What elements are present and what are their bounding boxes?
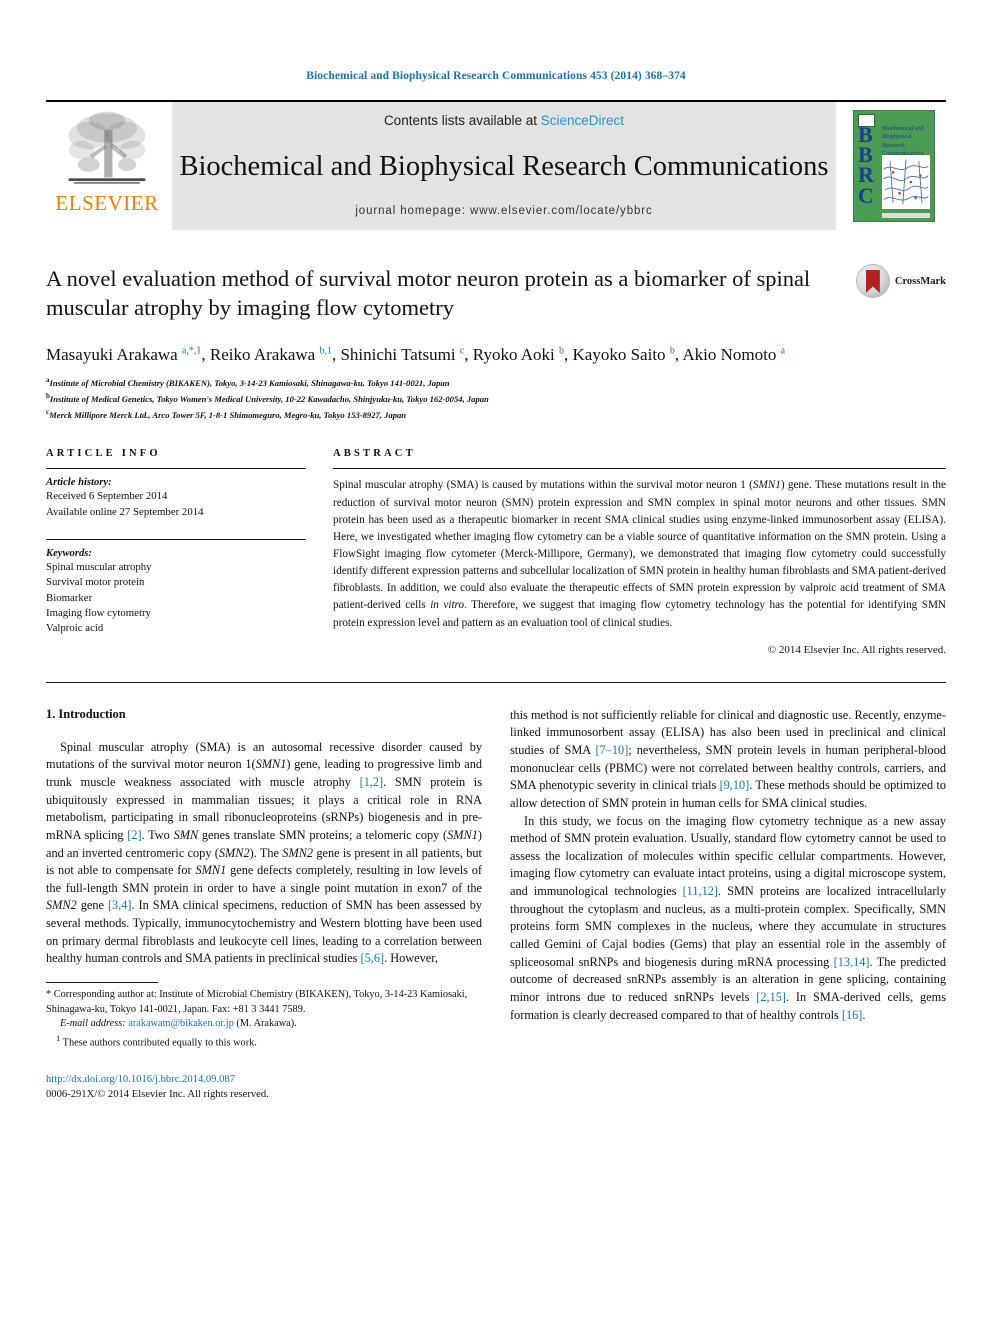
- issn-copyright-line: 0006-291X/© 2014 Elsevier Inc. All right…: [46, 1088, 269, 1100]
- article-info-rule: [46, 468, 306, 470]
- body-divider: [46, 681, 946, 683]
- cover-artwork: [882, 155, 930, 209]
- abstract-heading: ABSTRACT: [333, 448, 416, 460]
- affiliation-text-b: Institute of Medical Genetics, Tokyo Wom…: [49, 393, 489, 404]
- affiliation-list: aInstitute of Microbial Chemistry (BIKAK…: [46, 375, 946, 422]
- journal-banner: Contents lists available at ScienceDirec…: [172, 102, 836, 230]
- info-abstract-row: ARTICLE INFO Article history: Received 6…: [46, 448, 947, 656]
- title-block: A novel evaluation method of survival mo…: [46, 264, 946, 330]
- footnote-equal-contribution: 1 These authors contributed equally to t…: [56, 1032, 257, 1049]
- journal-homepage-line[interactable]: journal homepage: www.elsevier.com/locat…: [355, 205, 652, 217]
- cover-footer-bar: [882, 213, 930, 218]
- keyword-item: Spinal muscular atrophy: [46, 561, 152, 574]
- cover-image: BBRC Biochemical and Biophysical Research C…: [853, 110, 935, 222]
- affiliation-a: aInstitute of Microbial Chemistry (BIKAK…: [46, 375, 946, 391]
- affiliation-b: bInstitute of Medical Genetics, Tokyo Wo…: [46, 391, 946, 407]
- abstract-text: Spinal muscular atrophy (SMA) is caused …: [333, 479, 947, 629]
- body-paragraph: Spinal muscular atrophy (SMA) is an auto…: [46, 739, 483, 966]
- journal-title: Biochemical and Biophysical Research Com…: [179, 150, 829, 182]
- article-history-label: Article history:: [46, 477, 112, 489]
- contents-prefix: Contents lists available at: [383, 113, 541, 128]
- cover-initials: BBRC: [858, 122, 874, 208]
- author-list: Masayuki Arakawa a,*,1, Reiko Arakawa b,…: [46, 345, 786, 364]
- footnotes: * Corresponding author at: Institute of …: [46, 982, 482, 1103]
- contents-available-line: Contents lists available at ScienceDirec…: [384, 113, 624, 128]
- article-history-online: Available online 27 September 2014: [46, 505, 204, 518]
- footnote-corresponding-author: * Corresponding author at: Institute of …: [46, 989, 468, 1015]
- affiliation-c: cMerck Millipore Merck Ltd., Arco Tower …: [46, 407, 946, 423]
- keywords-label: Keywords:: [46, 548, 92, 560]
- running-head: Biochemical and Biophysical Research Com…: [306, 70, 686, 82]
- crossmark-badge[interactable]: CrossMark: [855, 264, 946, 298]
- body-paragraph: In this study, we focus on the imaging f…: [510, 813, 946, 1022]
- elsevier-wordmark: ELSEVIER: [55, 191, 159, 215]
- elsevier-tree-icon: [68, 111, 146, 184]
- article-info-heading: ARTICLE INFO: [46, 448, 161, 460]
- crossmark-icon: [855, 264, 890, 298]
- journal-article-page: Biochemical and Biophysical Research Com…: [0, 0, 992, 1323]
- elsevier-logo: ELSEVIER: [46, 102, 168, 230]
- crossmark-ribbon-icon: [865, 270, 880, 293]
- abstract-column: ABSTRACT Spinal muscular atrophy (SMA) i…: [333, 448, 947, 656]
- keywords-rule: [46, 539, 306, 541]
- keyword-item: Survival motor protein: [46, 576, 145, 589]
- doi-block: http://dx.doi.org/10.1016/j.bbrc.2014.09…: [46, 1073, 482, 1103]
- journal-cover-thumbnail: BBRC Biochemical and Biophysical Research C…: [842, 102, 946, 230]
- body-paragraph: this method is not sufficiently reliable…: [510, 707, 946, 810]
- body-left-column: 1. Introduction Spinal muscular atrophy …: [46, 707, 482, 1103]
- body-columns: 1. Introduction Spinal muscular atrophy …: [46, 707, 946, 1103]
- copyright-line: © 2014 Elsevier Inc. All rights reserved…: [767, 643, 946, 656]
- affiliation-text-a: Institute of Microbial Chemistry (BIKAKE…: [49, 377, 450, 388]
- journal-masthead: ELSEVIER Contents lists available at Sci…: [46, 100, 946, 230]
- keyword-item: Valproic acid: [46, 622, 104, 635]
- doi-link[interactable]: http://dx.doi.org/10.1016/j.bbrc.2014.09…: [46, 1073, 482, 1088]
- cover-artwork-icon: [882, 158, 930, 206]
- keyword-item: Biomarker: [46, 591, 93, 604]
- section-heading-introduction: 1. Introduction: [46, 706, 126, 721]
- footnote-email: E-mail address: arakawam@bikaken.or.jp (…: [60, 1018, 297, 1030]
- abstract-rule: [333, 468, 946, 470]
- affiliation-text-c: Merck Millipore Merck Ltd., Arco Tower 5…: [49, 409, 407, 420]
- body-right-column: this method is not sufficiently reliable…: [510, 707, 946, 1103]
- footnote-rule: [46, 982, 158, 984]
- sciencedirect-link[interactable]: ScienceDirect: [541, 113, 624, 128]
- article-history-received: Received 6 September 2014: [46, 490, 168, 503]
- page-title: A novel evaluation method of survival mo…: [46, 266, 811, 321]
- article-info-column: ARTICLE INFO Article history: Received 6…: [46, 448, 306, 655]
- crossmark-label: CrossMark: [894, 275, 946, 287]
- keyword-item: Imaging flow cytometry: [46, 607, 151, 620]
- cover-journal-title: Biochemical and Biophysical Research Commun…: [882, 125, 925, 158]
